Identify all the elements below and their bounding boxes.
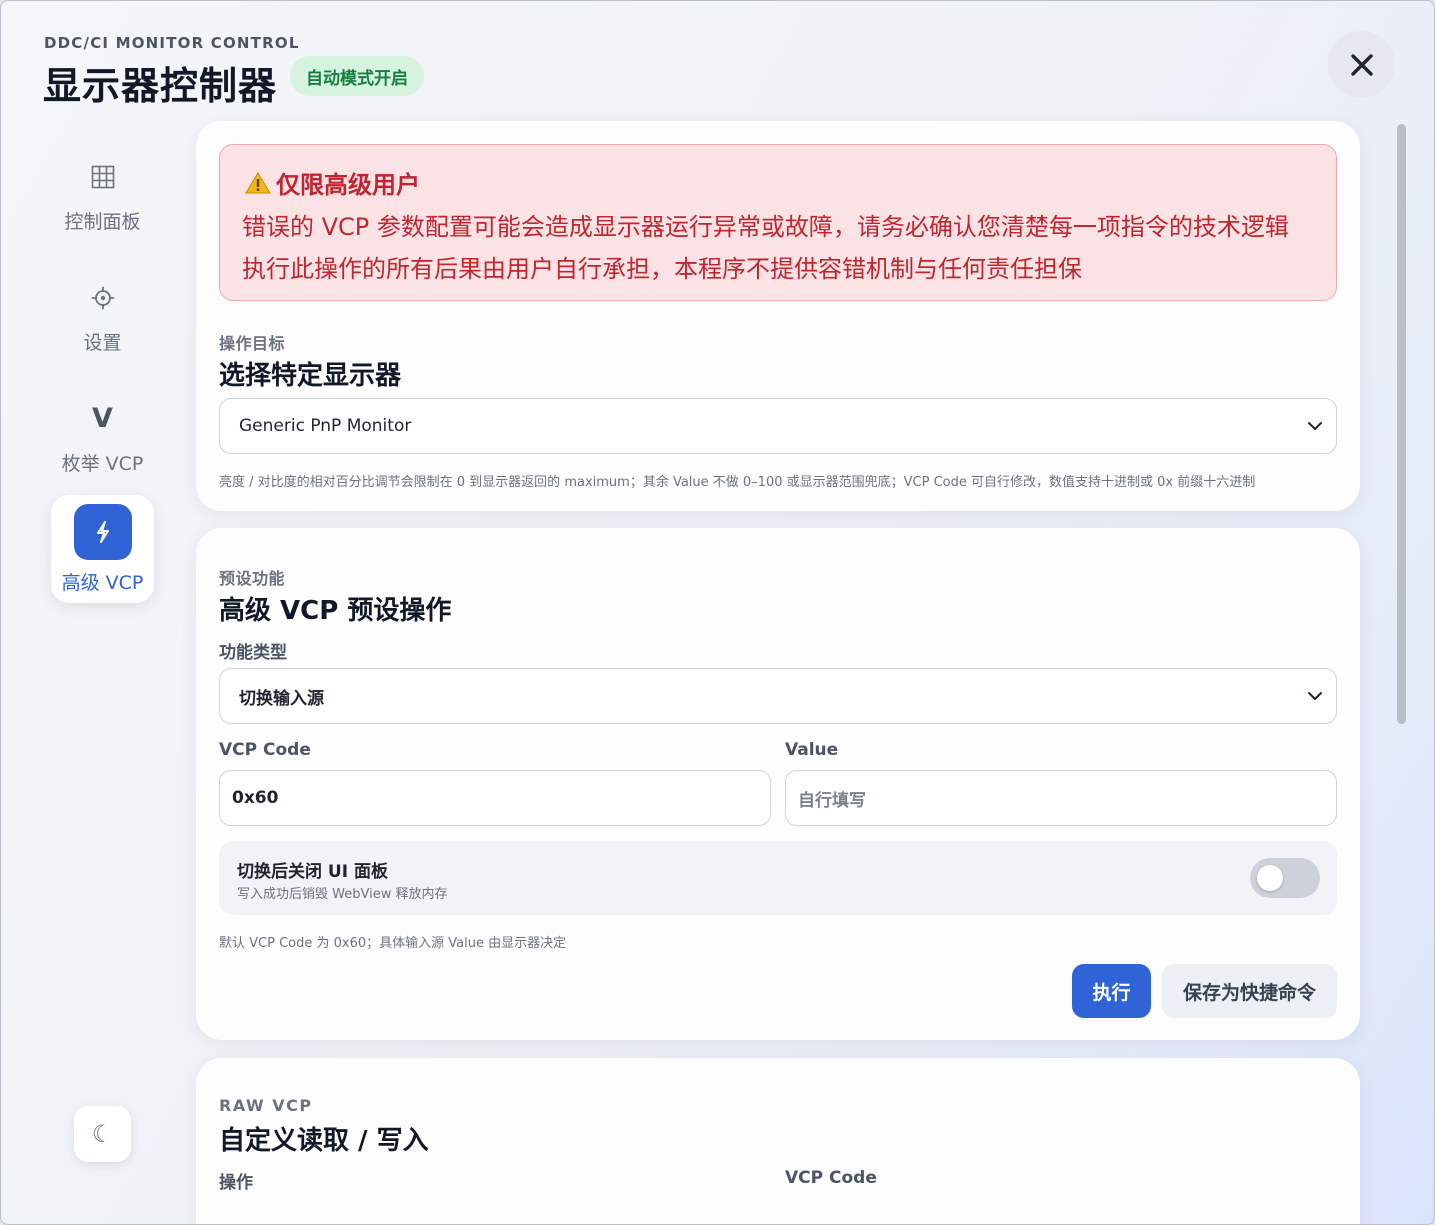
sidebar-item-enum-vcp[interactable]: V 枚举 VCP — [51, 381, 154, 489]
theme-toggle-button[interactable]: ☾ — [74, 1106, 131, 1162]
monitor-select-value: Generic PnP Monitor — [239, 416, 412, 436]
raw-section-label: RAW VCP — [219, 1096, 313, 1115]
save-shortcut-button[interactable]: 保存为快捷命令 — [1162, 964, 1337, 1018]
warning-title: 仅限高级用户 — [244, 165, 420, 200]
sidebar-item-label: 设置 — [83, 331, 122, 354]
moon-icon: ☾ — [91, 1120, 114, 1148]
warning-line-1: 错误的 VCP 参数配置可能会造成显示器运行异常或故障，请务必确认您清楚每一项指… — [242, 213, 1289, 241]
scrollbar-thumb[interactable] — [1397, 124, 1406, 724]
preset-hint: 默认 VCP Code 为 0x60；具体输入源 Value 由显示器决定 — [219, 936, 567, 951]
chevron-down-icon — [1308, 692, 1322, 700]
chevron-down-icon — [1308, 422, 1322, 430]
app-window: DDC/CI MONITOR CONTROL 显示器控制器 自动模式开启 控制面… — [0, 0, 1435, 1225]
app-subtitle: DDC/CI MONITOR CONTROL — [44, 34, 300, 52]
sidebar-item-label: 控制面板 — [64, 210, 141, 233]
preset-card: 预设功能 高级 VCP 预设操作 功能类型 切换输入源 VCP Code Val… — [196, 528, 1360, 1040]
warning-line-2: 执行此操作的所有后果由用户自行承担，本程序不提供容错机制与任何责任担保 — [242, 255, 1082, 283]
warning-banner: 仅限高级用户 错误的 VCP 参数配置可能会造成显示器运行异常或故障，请务必确认… — [219, 144, 1337, 301]
target-hint: 亮度 / 对比度的相对百分比调节会限制在 0 到显示器返回的 maximum；其… — [219, 475, 1256, 490]
raw-vcp-card: RAW VCP 自定义读取 / 写入 操作 VCP Code — [196, 1058, 1360, 1224]
raw-section-title: 自定义读取 / 写入 — [219, 1126, 429, 1156]
function-type-value: 切换输入源 — [239, 688, 324, 709]
raw-vcp-code-label: VCP Code — [785, 1168, 877, 1188]
vcp-code-label: VCP Code — [219, 740, 311, 760]
function-type-select[interactable]: 切换输入源 — [219, 668, 1337, 724]
close-icon — [1350, 53, 1373, 76]
sidebar-item-label: 高级 VCP — [61, 571, 144, 594]
vcp-code-input[interactable]: 0x60 — [219, 770, 771, 826]
sidebar-item-dashboard[interactable]: 控制面板 — [51, 139, 154, 247]
value-label: Value — [785, 740, 839, 760]
target-card: 仅限高级用户 错误的 VCP 参数配置可能会造成显示器运行异常或故障，请务必确认… — [196, 121, 1360, 511]
value-input[interactable]: 自行填写 — [785, 770, 1337, 826]
target-section-label: 操作目标 — [219, 334, 286, 353]
warning-icon — [245, 171, 271, 193]
close-button[interactable] — [1328, 31, 1395, 98]
grid-icon — [91, 165, 114, 188]
close-ui-switch[interactable] — [1250, 858, 1320, 898]
sidebar-item-advanced-vcp[interactable]: 高级 VCP — [51, 495, 154, 603]
operation-label: 操作 — [219, 1173, 253, 1193]
preset-section-label: 预设功能 — [219, 569, 286, 588]
sidebar-item-label: 枚举 VCP — [61, 452, 144, 475]
gear-icon — [91, 286, 114, 309]
switch-knob — [1257, 865, 1283, 891]
v-letter-icon: V — [92, 403, 113, 434]
preset-section-title: 高级 VCP 预设操作 — [219, 596, 452, 626]
target-section-title: 选择特定显示器 — [219, 361, 402, 391]
sidebar-item-settings[interactable]: 设置 — [51, 260, 154, 368]
toggle-title: 切换后关闭 UI 面板 — [237, 862, 388, 882]
lightning-icon — [73, 503, 132, 560]
toggle-description: 写入成功后销毁 WebView 释放内存 — [237, 887, 448, 902]
function-type-label: 功能类型 — [219, 643, 287, 663]
monitor-select[interactable]: Generic PnP Monitor — [219, 398, 1337, 454]
auto-mode-badge: 自动模式开启 — [290, 56, 424, 96]
close-ui-toggle-row: 切换后关闭 UI 面板 写入成功后销毁 WebView 释放内存 — [219, 841, 1337, 915]
execute-button[interactable]: 执行 — [1072, 964, 1151, 1018]
page-title: 显示器控制器 — [43, 64, 278, 108]
